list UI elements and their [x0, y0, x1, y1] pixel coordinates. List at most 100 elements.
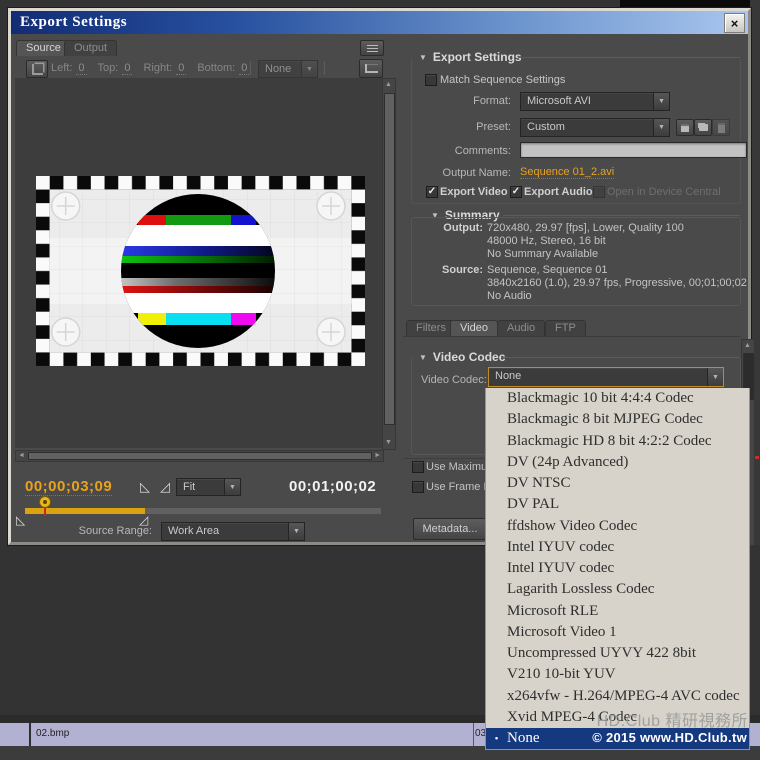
codec-option[interactable]: Microsoft RLE [486, 601, 749, 622]
scroll-left-icon[interactable]: ◄ [18, 452, 25, 460]
scrubber-track[interactable] [25, 508, 381, 514]
crop-field[interactable]: Left: 0 [51, 62, 87, 75]
output-name-link[interactable]: Sequence 01_2.avi [520, 166, 614, 179]
watermark-line1: HD.Club 精研視務所 [597, 707, 748, 731]
codec-option[interactable]: Blackmagic HD 8 bit 4:2:2 Codec [486, 431, 749, 452]
import-preset-button[interactable] [694, 119, 712, 136]
scroll-up-icon[interactable]: ▲ [385, 81, 392, 89]
tab-label: Audio [507, 322, 535, 334]
match-sequence-checkbox[interactable] [425, 74, 437, 86]
metadata-button[interactable]: Metadata... [413, 518, 487, 540]
codec-option[interactable]: Lagarith Lossless Codec [486, 579, 749, 600]
tabbar-rule [403, 336, 740, 337]
timeline-clip-02bmp[interactable]: 02.bmp [31, 723, 474, 746]
video-codec-header[interactable]: ▼ Video Codec [419, 350, 505, 364]
open-device-central-checkbox [593, 186, 605, 198]
tab-label: FTP [555, 322, 576, 334]
scrollbar-thumb[interactable] [28, 452, 372, 460]
close-button[interactable]: × [724, 13, 745, 33]
source-range-value: Work Area [162, 523, 288, 540]
test-pattern-image [36, 176, 365, 366]
use-maximum-checkbox[interactable] [412, 461, 424, 473]
set-out-button[interactable]: ◿ [160, 479, 170, 495]
codec-option[interactable]: Blackmagic 10 bit 4:4:4 Codec [486, 388, 749, 409]
codec-option[interactable]: Blackmagic 8 bit MJPEG Codec [486, 409, 749, 430]
clip-label: 02.bmp [36, 728, 69, 739]
crop-field-value[interactable]: 0 [239, 62, 249, 75]
folder-icon [699, 124, 708, 131]
workarea-handle-left[interactable]: ◺ [16, 513, 25, 527]
preview-canvas[interactable] [15, 78, 382, 448]
scroll-down-icon[interactable]: ▼ [385, 439, 392, 447]
tab-label: Source [26, 42, 61, 54]
crop-field-value[interactable]: 0 [76, 62, 86, 75]
codec-option[interactable]: Uncompressed UYVY 422 8bit [486, 643, 749, 664]
crop-tool-button[interactable] [26, 60, 48, 78]
playhead-pin[interactable] [39, 496, 51, 508]
current-timecode[interactable]: 00;00;03;09 [25, 478, 112, 496]
dialog-title: Export Settings [11, 14, 127, 31]
crop-field[interactable]: Right: 0 [143, 62, 186, 75]
video-codec-label: Video Codec: [421, 374, 487, 386]
delete-preset-button[interactable] [712, 119, 730, 136]
use-frame-blend-checkbox[interactable] [412, 481, 424, 493]
chevron-down-icon: ▼ [653, 119, 669, 136]
summary-source-label: Source: [411, 264, 483, 276]
codec-option[interactable]: DV PAL [486, 494, 749, 515]
crop-fields[interactable]: Left: 0 Top: 0 Right: 0 Bottom: 0 [51, 62, 249, 75]
zoom-level-combo[interactable]: Fit ▼ [176, 478, 241, 496]
export-video-checkbox[interactable]: ✓ [426, 186, 438, 198]
header-rule [503, 215, 740, 216]
set-in-button[interactable]: ◺ [140, 479, 150, 495]
codec-option[interactable]: V210 10-bit YUV [486, 664, 749, 685]
codec-option[interactable]: Intel IYUV codec [486, 558, 749, 579]
crop-ratio-value: None [259, 61, 301, 77]
preview-vscrollbar[interactable]: ▲ ▼ [382, 78, 396, 450]
crop-ratio-combo[interactable]: None ▼ [258, 60, 318, 78]
tab-output[interactable]: Output [64, 40, 117, 56]
format-combo[interactable]: Microsoft AVI ▼ [520, 92, 670, 111]
codec-option[interactable]: Intel IYUV codec [486, 537, 749, 558]
source-range-combo[interactable]: Work Area ▼ [161, 522, 305, 541]
panel-menu-button[interactable] [360, 40, 384, 56]
summary-line: 48000 Hz, Stereo, 16 bit [487, 235, 684, 248]
video-codec-combo[interactable]: None ▼ [488, 367, 724, 387]
summary-line: 720x480, 29.97 [fps], Lower, Quality 100 [487, 222, 684, 235]
video-codec-dropdown[interactable]: Blackmagic 10 bit 4:4:4 CodecBlackmagic … [485, 388, 750, 750]
source-range-label: Source Range: [52, 525, 152, 537]
match-sequence-label: Match Sequence Settings [440, 74, 565, 86]
selected-bullet-icon: • [486, 733, 507, 745]
preset-value: Custom [521, 119, 653, 136]
codec-option[interactable]: ffdshow Video Codec [486, 516, 749, 537]
crop-field-value[interactable]: 0 [176, 62, 186, 75]
format-label: Format: [411, 95, 511, 107]
codec-option[interactable]: Microsoft Video 1 [486, 622, 749, 643]
section-title: Video Codec [433, 350, 505, 364]
timeline-clip-left[interactable] [0, 723, 31, 746]
tab-source[interactable]: Source [16, 40, 71, 56]
zoom-level-value: Fit [177, 479, 224, 495]
crop-field[interactable]: Bottom: 0 [197, 62, 249, 75]
export-audio-checkbox[interactable]: ✓ [510, 186, 522, 198]
codec-option[interactable]: DV (24p Advanced) [486, 452, 749, 473]
summary-output-lines: 720x480, 29.97 [fps], Lower, Quality 100… [487, 222, 684, 261]
comments-input[interactable] [520, 142, 747, 158]
flip-preview-button[interactable] [359, 59, 383, 78]
codec-option[interactable]: x264vfw - H.264/MPEG-4 AVC codec [486, 686, 749, 707]
scroll-right-icon[interactable]: ► [374, 452, 381, 460]
dialog-titlebar[interactable]: Export Settings [11, 11, 748, 34]
crop-field[interactable]: Top: 0 [98, 62, 133, 75]
scrollbar-thumb[interactable] [384, 93, 395, 425]
codec-option[interactable]: DV NTSC [486, 473, 749, 494]
save-preset-button[interactable] [676, 119, 694, 136]
open-device-central-label: Open in Device Central [607, 186, 721, 198]
scroll-up-icon[interactable]: ▲ [744, 342, 751, 350]
chevron-down-icon: ▼ [301, 61, 317, 77]
tab-filters[interactable]: Filters [406, 320, 456, 336]
tab-ftp[interactable]: FTP [545, 320, 586, 336]
tab-video[interactable]: Video [450, 320, 498, 336]
preview-hscrollbar[interactable]: ◄ ► [15, 450, 384, 462]
preset-combo[interactable]: Custom ▼ [520, 118, 670, 137]
crop-field-value[interactable]: 0 [122, 62, 132, 75]
tab-audio[interactable]: Audio [497, 320, 545, 336]
